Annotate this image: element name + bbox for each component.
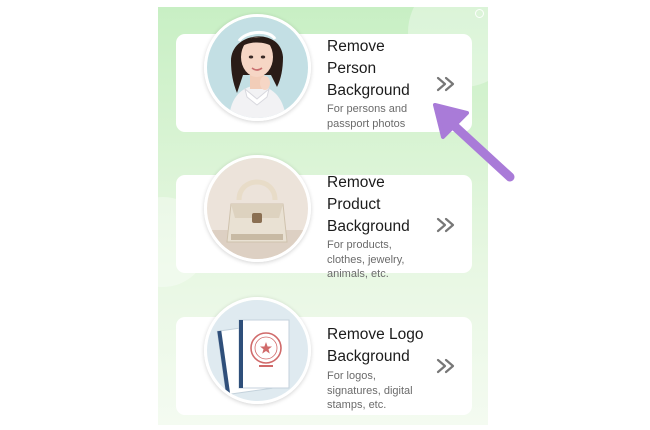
option-description-logo: For logos, signatures, digital stamps, e… (327, 370, 413, 411)
app-screen: Remove Person Background For persons and… (158, 7, 488, 425)
purple-pointer-arrow-icon (433, 103, 515, 182)
double-chevron-right-icon[interactable] (436, 217, 456, 233)
option-description-product: For products, clothes, jewelry, animals,… (327, 239, 405, 280)
document-stamp-icon (204, 297, 311, 404)
double-chevron-right-icon[interactable] (436, 76, 456, 92)
option-title-logo: Remove Logo Background (327, 326, 424, 365)
option-description-person: For persons and passport photos (327, 103, 408, 130)
option-title-person: Remove Person Background (327, 38, 410, 99)
double-chevron-right-icon[interactable] (436, 358, 456, 374)
decor-dot (475, 9, 484, 18)
option-title-product: Remove Product Background (327, 174, 410, 235)
handbag-photo-icon (204, 155, 311, 262)
person-photo-icon (204, 14, 311, 121)
